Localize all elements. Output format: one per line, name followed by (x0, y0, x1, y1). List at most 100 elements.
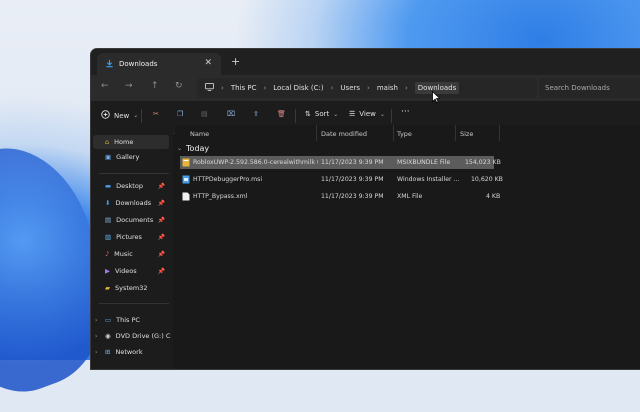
sidebar-item-pictures[interactable]: ▨ Pictures 📌 (105, 233, 171, 241)
videos-icon: ▶ (105, 267, 110, 275)
view-button[interactable]: ☰ View ⌄ (349, 110, 385, 118)
breadcrumb-users[interactable]: Users (340, 84, 360, 92)
file-date: 11/17/2023 9:39 PM (321, 176, 384, 183)
file-date: 11/17/2023 9:39 PM (321, 193, 384, 200)
new-tab-button[interactable]: + (231, 55, 240, 68)
sidebar-item-videos[interactable]: ▶ Videos 📌 (105, 267, 171, 275)
sidebar-item-label: System32 (115, 284, 148, 292)
sidebar-item-label: DVD Drive (G:) C (115, 332, 171, 340)
column-divider[interactable] (393, 125, 394, 141)
file-name: HTTPDebuggerPro.msi (193, 176, 263, 183)
sort-label: Sort (314, 110, 330, 118)
home-icon: ⌂ (105, 138, 110, 146)
column-divider[interactable] (455, 125, 456, 141)
address-bar[interactable]: › This PC › Local Disk (C:) › Users › ma… (197, 78, 537, 98)
pin-icon: 📌 (157, 199, 165, 207)
folder-icon: ▰ (105, 284, 110, 292)
documents-icon: ▤ (105, 216, 112, 224)
file-date: 11/17/2023 9:39 PM (321, 159, 384, 166)
search-input[interactable]: Search Downloads (539, 78, 640, 98)
sort-icon: ⇅ (305, 110, 311, 118)
column-header-size[interactable]: Size (460, 130, 473, 138)
group-header-today[interactable]: ⌄ Today (177, 144, 209, 153)
chevron-down-icon: ⌄ (333, 110, 339, 118)
sort-button[interactable]: ⇅ Sort ⌄ (305, 110, 338, 118)
column-header-type[interactable]: Type (397, 130, 412, 138)
chevron-down-icon: ⌄ (177, 145, 183, 152)
sidebar-item-system32[interactable]: ▰ System32 (105, 284, 148, 292)
refresh-icon[interactable]: ↻ (175, 81, 183, 91)
view-icon: ☰ (349, 110, 356, 118)
file-type: Windows Installer ... (397, 176, 460, 183)
table-row[interactable]: HTTP_Bypass.xml 11/17/2023 9:39 PM XML F… (180, 190, 500, 203)
sidebar-item-dvd-drive[interactable]: ◉ DVD Drive (G:) C (105, 332, 170, 340)
up-arrow-icon[interactable]: ↑ (151, 81, 159, 91)
paste-icon[interactable]: ▤ (201, 110, 208, 118)
sidebar-divider (99, 303, 169, 304)
pin-icon: 📌 (157, 250, 165, 258)
sidebar-item-home[interactable]: ⌂ Home (93, 135, 169, 149)
network-icon: ⊞ (105, 348, 111, 356)
sidebar-item-desktop[interactable]: ▬ Desktop 📌 (105, 182, 171, 190)
plus-circle-icon (101, 110, 110, 121)
sidebar-item-music[interactable]: ♪ Music 📌 (105, 250, 171, 258)
breadcrumb-maish[interactable]: maish (377, 84, 398, 92)
chevron-down-icon: ⌄ (379, 110, 385, 118)
sidebar-item-this-pc[interactable]: ▭ This PC (105, 316, 140, 324)
more-options-icon[interactable]: ··· (401, 107, 410, 117)
sidebar-item-label: Videos (115, 267, 137, 275)
file-type: MSIXBUNDLE File (397, 159, 451, 166)
new-button[interactable]: New ⌄ (101, 110, 138, 121)
sidebar-item-gallery[interactable]: ▣ Gallery (105, 153, 139, 161)
forward-arrow-icon[interactable]: → (125, 81, 133, 91)
file-size: 154,023 KB (465, 159, 501, 166)
new-label: New (114, 111, 130, 120)
column-divider[interactable] (499, 125, 500, 141)
file-name: HTTP_Bypass.xml (193, 193, 248, 200)
back-arrow-icon[interactable]: ← (101, 81, 109, 91)
column-divider[interactable] (316, 125, 317, 141)
chevron-right-icon: › (404, 84, 408, 92)
document-file-icon (182, 192, 190, 201)
chevron-right-icon[interactable]: › (95, 349, 97, 356)
file-name: RobloxUWP-2.592.586.0-cerealwithmilk (..… (193, 159, 318, 166)
sidebar-item-label: Gallery (116, 153, 140, 161)
file-size: 4 KB (486, 193, 501, 200)
close-tab-icon[interactable]: ✕ (204, 58, 212, 68)
pin-icon: 📌 (157, 233, 165, 241)
monitor-icon: ▭ (105, 316, 112, 324)
installer-file-icon (182, 175, 190, 184)
column-header-date[interactable]: Date modified (321, 130, 367, 138)
breadcrumb-this-pc[interactable]: This PC (231, 84, 257, 92)
table-row[interactable]: HTTPDebuggerPro.msi 11/17/2023 9:39 PM W… (180, 173, 503, 186)
chevron-right-icon: › (367, 84, 370, 92)
sidebar-item-documents[interactable]: ▤ Documents 📌 (105, 216, 171, 224)
delete-icon[interactable]: 🗑 (277, 110, 286, 118)
sidebar-item-label: Network (115, 348, 143, 356)
rename-icon[interactable]: ⌧ (227, 110, 235, 118)
sidebar-item-downloads[interactable]: ⬇ Downloads 📌 (105, 199, 171, 207)
toolbar-divider (391, 109, 392, 123)
file-type: XML File (397, 193, 423, 200)
sidebar-item-label: Home (114, 138, 134, 146)
mouse-cursor-icon (432, 88, 441, 107)
table-row[interactable]: RobloxUWP-2.592.586.0-cerealwithmilk (..… (180, 156, 501, 169)
address-row: ← → ↑ ↻ › This PC › Local Disk (C:) › Us… (91, 75, 640, 101)
chevron-right-icon[interactable]: › (95, 317, 97, 324)
sidebar-item-network[interactable]: ⊞ Network (105, 348, 143, 356)
desktop-icon: ▬ (105, 182, 112, 190)
bundle-file-icon (182, 158, 190, 167)
column-header-name[interactable]: Name (190, 130, 209, 138)
share-icon[interactable]: ⇪ (253, 110, 259, 118)
sidebar-item-label: Pictures (116, 233, 142, 241)
tab-title: Downloads (119, 60, 158, 68)
download-icon (105, 59, 114, 70)
breadcrumb-local-disk[interactable]: Local Disk (C:) (273, 84, 323, 92)
pin-icon: 📌 (157, 267, 165, 275)
copy-icon[interactable]: ❐ (177, 110, 183, 118)
navigation-pane: ⌂ Home ▣ Gallery ▬ Desktop 📌 ⬇ Downloads… (91, 133, 173, 369)
chevron-right-icon[interactable]: › (95, 333, 97, 340)
toolbar-divider (295, 109, 296, 123)
cut-icon[interactable]: ✂ (153, 110, 159, 118)
tab-downloads[interactable]: Downloads ✕ (97, 53, 221, 75)
